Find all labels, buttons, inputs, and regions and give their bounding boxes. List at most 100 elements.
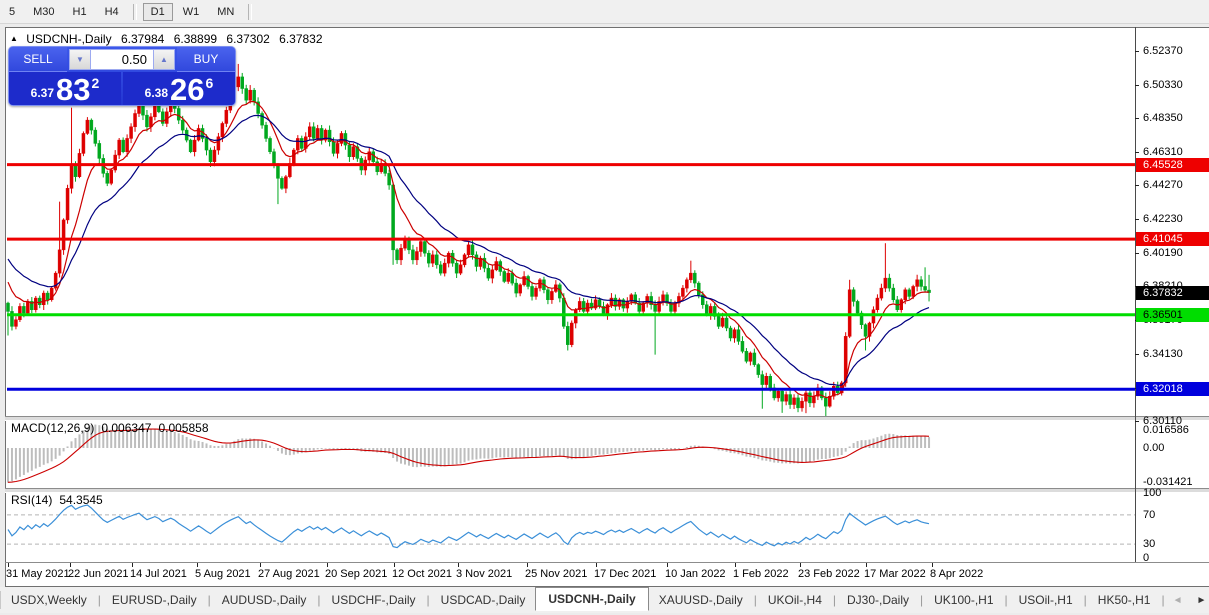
time-axis-label: 27 Aug 2021 <box>258 568 320 580</box>
price-axis-tick: 6.34130 <box>1143 348 1183 360</box>
tab-separator: | <box>98 593 101 607</box>
rsi-value: 54.3545 <box>59 493 102 507</box>
timeframe-buttons: 5M30H1H4 D1W1MN <box>0 3 257 21</box>
chart-tab-ukoil-h4[interactable]: UKOil-,H4 <box>758 590 832 610</box>
time-axis-label: 20 Sep 2021 <box>325 568 387 580</box>
time-axis-label: 31 May 2021 <box>6 568 70 580</box>
quote-low: 6.37302 <box>226 32 269 46</box>
timeframe-button-H4[interactable]: H4 <box>97 3 127 21</box>
buy-price-big: 26 <box>170 77 204 103</box>
price-axis-tickmark <box>1135 51 1139 52</box>
chart-tab-usoil-h1[interactable]: USOil-,H1 <box>1009 590 1083 610</box>
tab-separator: | <box>427 593 430 607</box>
tab-separator: | <box>317 593 320 607</box>
volume-increase-button[interactable]: ▲ <box>153 49 175 70</box>
macd-axis-tick: 0.00 <box>1143 442 1164 454</box>
timeframe-button-MN[interactable]: MN <box>209 3 242 21</box>
time-axis-label: 12 Oct 2021 <box>392 568 452 580</box>
price-axis-tick: 6.50330 <box>1143 79 1183 91</box>
timeframe-button-5[interactable]: 5 <box>1 3 23 21</box>
price-axis-tick: 6.46310 <box>1143 146 1183 158</box>
time-axis-label: 17 Mar 2022 <box>864 568 926 580</box>
price-axis-tickmark <box>1135 354 1139 355</box>
time-axis-label: 8 Apr 2022 <box>930 568 983 580</box>
timeframe-button-W1[interactable]: W1 <box>175 3 208 21</box>
chart-tab-eurusd-daily[interactable]: EURUSD-,Daily <box>102 590 207 610</box>
tab-separator: | <box>1005 593 1008 607</box>
tabs-scroll-left-icon[interactable]: ◄ <box>1173 595 1183 606</box>
price-axis-tick: 6.42230 <box>1143 213 1183 225</box>
tab-separator: | <box>1161 593 1164 607</box>
sell-price-big: 83 <box>56 77 90 103</box>
timeframe-button-H1[interactable]: H1 <box>65 3 95 21</box>
collapse-quote-icon[interactable]: ▲ <box>10 34 18 43</box>
price-tag-6.32018: 6.32018 <box>1136 382 1209 396</box>
time-axis-label: 17 Dec 2021 <box>594 568 656 580</box>
buy-price-sup: 6 <box>206 75 214 91</box>
chart-tab-usdchf-daily[interactable]: USDCHF-,Daily <box>322 590 426 610</box>
quote-high: 6.38899 <box>174 32 217 46</box>
macd-value-main: 0.006347 <box>101 421 151 435</box>
price-tag-6.41045: 6.41045 <box>1136 232 1209 246</box>
price-axis-tick: 6.44270 <box>1143 179 1183 191</box>
rsi-label: RSI(14) <box>11 493 52 507</box>
timeframe-button-D1[interactable]: D1 <box>143 3 173 21</box>
tab-separator: | <box>833 593 836 607</box>
price-axis-tickmark <box>1135 421 1139 422</box>
volume-stepper: ▼ 0.50 ▲ <box>69 49 175 70</box>
chart-symbol-label: USDCNH-,Daily <box>26 32 111 46</box>
tab-separator: | <box>920 593 923 607</box>
macd-label: MACD(12,26,9) <box>11 421 94 435</box>
rsi-label-row: RSI(14) 54.3545 <box>11 493 110 507</box>
buy-button[interactable]: BUY <box>177 47 235 72</box>
time-axis-label: 1 Feb 2022 <box>733 568 789 580</box>
price-tag-6.36501: 6.36501 <box>1136 308 1209 322</box>
price-tag-6.45528: 6.45528 <box>1136 158 1209 172</box>
chart-tabs: USDX,Weekly|EURUSD-,Daily|AUDUSD-,Daily|… <box>1 589 1160 611</box>
buy-price-display[interactable]: 6.38 26 6 <box>123 72 235 105</box>
chart-tab-usdx-weekly[interactable]: USDX,Weekly <box>1 590 97 610</box>
sell-price-small: 6.37 <box>31 86 54 100</box>
quote-open: 6.37984 <box>121 32 164 46</box>
chart-tab-uk100-h1[interactable]: UK100-,H1 <box>924 590 1003 610</box>
toolbar-separator <box>133 4 137 20</box>
chart-tab-usdcnh-daily[interactable]: USDCNH-,Daily <box>535 587 648 611</box>
price-axis-tickmark <box>1135 253 1139 254</box>
rsi-timeaxis-separator <box>5 562 1209 563</box>
price-axis-tick: 6.52370 <box>1143 45 1183 57</box>
sell-price-sup: 2 <box>92 75 100 91</box>
chart-tab-audusd-daily[interactable]: AUDUSD-,Daily <box>212 590 317 610</box>
trading-terminal: { "toolbar": { "timeframes": [ {"label":… <box>0 0 1209 615</box>
tab-separator: | <box>754 593 757 607</box>
timeframe-toolbar: 5M30H1H4 D1W1MN <box>0 0 1209 24</box>
volume-decrease-button[interactable]: ▼ <box>69 49 91 70</box>
time-axis-label: 5 Aug 2021 <box>195 568 251 580</box>
sell-price-display[interactable]: 6.37 83 2 <box>9 72 121 105</box>
price-axis-tick: 6.48350 <box>1143 112 1183 124</box>
price-axis-tickmark <box>1135 185 1139 186</box>
timeframe-button-M30[interactable]: M30 <box>25 3 62 21</box>
chart-tab-xauusd-daily[interactable]: XAUUSD-,Daily <box>649 590 753 610</box>
price-axis-tick: 6.40190 <box>1143 247 1183 259</box>
rsi-axis-tick: 0 <box>1143 552 1149 564</box>
tabs-scroll-right-icon[interactable]: ► <box>1197 595 1207 606</box>
chart-window[interactable] <box>5 27 1209 587</box>
chart-tab-dj30-daily[interactable]: DJ30-,Daily <box>837 590 919 610</box>
chart-tab-hk50-h1[interactable]: HK50-,H1 <box>1088 590 1161 610</box>
time-axis-label: 22 Jun 2021 <box>68 568 129 580</box>
quote-close: 6.37832 <box>279 32 322 46</box>
chart-title: ▲ USDCNH-,Daily 6.37984 6.38899 6.37302 … <box>10 32 329 46</box>
price-tag-6.37832: 6.37832 <box>1136 286 1209 300</box>
sell-button[interactable]: SELL <box>9 47 67 72</box>
time-axis-label: 14 Jul 2021 <box>130 568 187 580</box>
price-axis-tickmark <box>1135 152 1139 153</box>
volume-input[interactable]: 0.50 <box>91 49 153 70</box>
macd-rsi-separator[interactable] <box>5 488 1209 493</box>
chart-tab-usdcad-daily[interactable]: USDCAD-,Daily <box>431 590 536 610</box>
one-click-trade-widget: SELL ▼ 0.50 ▲ BUY 6.37 83 2 6.38 26 6 <box>8 46 236 106</box>
price-axis-tickmark <box>1135 118 1139 119</box>
macd-value-signal: 0.005858 <box>158 421 208 435</box>
price-axis-tickmark <box>1135 85 1139 86</box>
toolbar-separator <box>248 4 252 20</box>
macd-label-row: MACD(12,26,9) 0.006347 0.005858 <box>11 421 216 435</box>
